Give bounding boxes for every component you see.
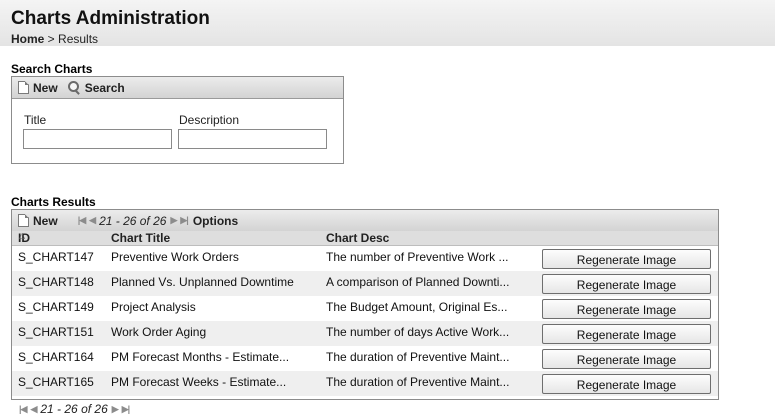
title-field-label: Title [24,113,47,127]
title-input[interactable] [23,129,172,149]
options-button[interactable]: Options [193,214,238,228]
regenerate-image-button[interactable]: Regenerate Image [542,349,711,369]
results-toolbar: New |◀ ◀ 21 - 26 of 26 ▶ ▶| Options [12,210,718,232]
search-button[interactable]: Search [67,80,125,95]
results-pager: |◀ ◀ 21 - 26 of 26 ▶ ▶| [78,213,189,228]
page-title: Charts Administration [11,8,210,29]
search-toolbar: New Search [12,77,343,99]
cell-id: S_CHART149 [18,300,94,314]
magnifier-icon [67,80,81,95]
table-row[interactable]: S_CHART164 PM Forecast Months - Estimate… [12,346,718,371]
search-button-label: Search [84,80,125,95]
cell-desc: A comparison of Planned Downti... [326,275,510,289]
cell-title: Planned Vs. Unplanned Downtime [111,275,294,289]
regenerate-image-button[interactable]: Regenerate Image [542,374,711,394]
bottom-page-range: 21 - 26 of 26 [40,402,108,416]
column-header-title[interactable]: Chart Title [111,231,170,245]
cell-desc: The number of days Active Work... [326,325,510,339]
search-new-label: New [33,80,58,95]
cell-title: PM Forecast Weeks - Estimate... [111,375,287,389]
description-input[interactable] [178,129,327,149]
description-field-label: Description [179,113,240,127]
table-row[interactable]: S_CHART147 Preventive Work Orders The nu… [12,246,718,271]
prev-page-icon[interactable]: ◀ [89,215,96,226]
cell-title: Project Analysis [111,300,196,314]
prev-page-icon[interactable]: ◀ [30,404,37,415]
document-icon [18,214,29,227]
first-page-icon[interactable]: |◀ [19,404,28,415]
document-icon [18,81,29,94]
search-section-title: Search Charts [11,62,93,76]
cell-id: S_CHART164 [18,350,94,364]
page-range: 21 - 26 of 26 [99,213,167,228]
cell-desc: The duration of Preventive Maint... [326,375,510,389]
table-header: ID △ Chart Title Chart Desc [12,231,718,246]
last-page-icon[interactable]: ▶| [122,404,131,415]
table-row[interactable]: S_CHART148 Planned Vs. Unplanned Downtim… [12,271,718,296]
cell-id: S_CHART165 [18,375,94,389]
page-header: Charts Administration Home > Results [0,0,775,46]
cell-title: Work Order Aging [111,325,207,339]
next-page-icon[interactable]: ▶ [170,215,177,226]
regenerate-image-button[interactable]: Regenerate Image [542,324,711,344]
cell-title: PM Forecast Months - Estimate... [111,350,290,364]
results-panel: New |◀ ◀ 21 - 26 of 26 ▶ ▶| Options ID △ … [11,209,719,400]
cell-title: Preventive Work Orders [111,250,239,264]
cell-id: S_CHART148 [18,275,94,289]
cell-desc: The number of Preventive Work ... [326,250,509,264]
cell-desc: The duration of Preventive Maint... [326,350,510,364]
breadcrumb-separator: > [44,32,59,46]
search-new-button[interactable]: New [18,81,58,95]
regenerate-image-button[interactable]: Regenerate Image [542,299,711,319]
cell-id: S_CHART147 [18,250,94,264]
results-new-button[interactable]: New [18,214,58,228]
next-page-icon[interactable]: ▶ [112,404,119,415]
regenerate-image-button[interactable]: Regenerate Image [542,274,711,294]
column-header-desc[interactable]: Chart Desc [326,231,389,245]
search-panel: New Search Title Description [11,76,344,164]
table-row[interactable]: S_CHART151 Work Order Aging The number o… [12,321,718,346]
cell-id: S_CHART151 [18,325,94,339]
breadcrumb-home[interactable]: Home [11,32,44,46]
table-row[interactable]: S_CHART149 Project Analysis The Budget A… [12,296,718,321]
results-section-title: Charts Results [11,195,96,209]
first-page-icon[interactable]: |◀ [78,215,87,226]
breadcrumb-current: Results [58,32,99,46]
sort-ascending-icon: △ [19,231,26,240]
last-page-icon[interactable]: ▶| [180,215,189,226]
regenerate-image-button[interactable]: Regenerate Image [542,249,711,269]
results-new-label: New [33,213,58,228]
table-row[interactable]: S_CHART165 PM Forecast Weeks - Estimate.… [12,371,718,396]
bottom-pager: |◀ ◀ 21 - 26 of 26 ▶ ▶| [19,402,131,416]
breadcrumb: Home > Results [11,32,98,46]
cell-desc: The Budget Amount, Original Es... [326,300,508,314]
